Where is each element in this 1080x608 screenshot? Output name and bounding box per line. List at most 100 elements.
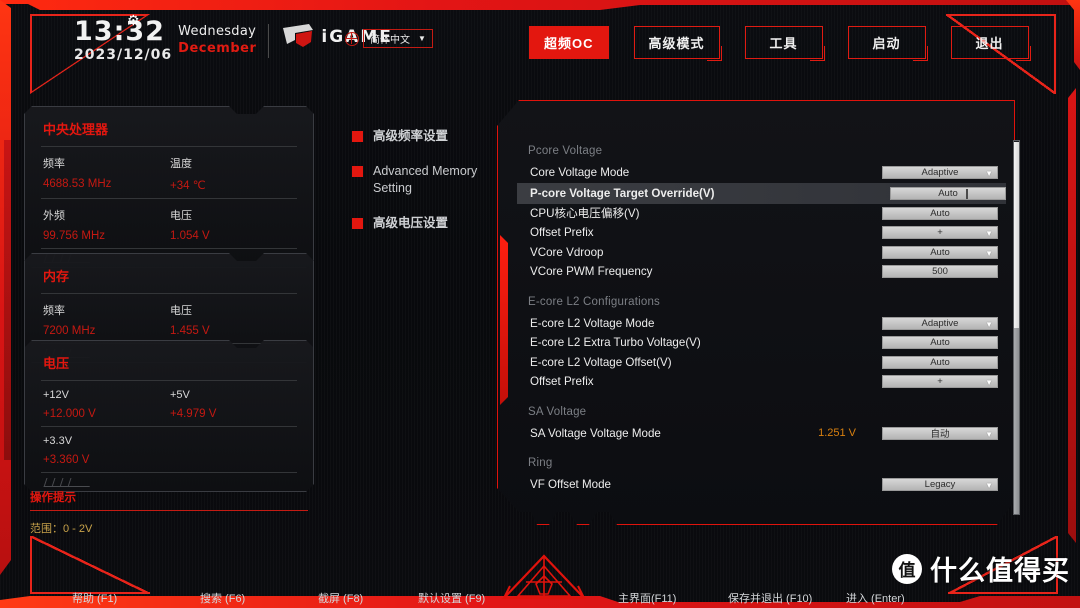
info-cell: 电压 1.455 V [170, 302, 297, 337]
setting-value: Legacy [924, 479, 956, 491]
setting-row[interactable]: E-core L2 Voltage Offset(V) Auto [528, 353, 998, 373]
setting-dropdown[interactable]: + ▼ [882, 375, 998, 389]
section-menu-label: 高级电压设置 [373, 215, 449, 230]
setting-label: SA Voltage Voltage Mode [530, 426, 661, 440]
setting-value: + [937, 376, 943, 388]
top-navigation: 超频OC 高级模式 工具 启动 退出 [529, 26, 1031, 61]
section-menu-label: Advanced Memory Setting [373, 163, 478, 195]
setting-dropdown[interactable]: + ▼ [882, 226, 998, 240]
setting-value: Auto [930, 337, 950, 349]
function-key-5[interactable]: 保存并退出 (F10) [728, 590, 812, 606]
info-value: +12.000 V [43, 408, 96, 420]
function-key-4[interactable]: 主界面(F11) [618, 590, 676, 606]
setting-row[interactable]: VF Offset Mode Legacy ▼ [528, 475, 998, 495]
info-row: 频率 7200 MHz 电压 1.455 V [25, 294, 313, 343]
setting-label: Offset Prefix [530, 375, 594, 389]
info-cell: 温度 +34 ℃ [170, 155, 297, 192]
nav-button-1[interactable]: 高级模式 [633, 26, 722, 61]
settings-list: Pcore Voltage Core Voltage Mode Adaptive ▼ P… [517, 145, 1006, 495]
function-key-3[interactable]: 默认设置 (F9) [418, 590, 485, 606]
section-menu-item-1[interactable]: Advanced Memory Setting [352, 163, 492, 197]
setting-label: E-core L2 Voltage Offset(V) [530, 355, 672, 369]
info-key: +12V [43, 389, 69, 401]
setting-row[interactable]: P-core Voltage Target Override(V) Auto [517, 182, 1006, 204]
info-value: +3.360 V [43, 454, 90, 466]
setting-input[interactable]: Auto [890, 186, 1006, 200]
nav-button-3[interactable]: 启动 [847, 26, 928, 61]
star-emblem-icon [501, 554, 587, 600]
info-row: 频率 4688.53 MHz 温度 +34 ℃ [25, 147, 313, 198]
setting-row[interactable]: Core Voltage Mode Adaptive ▼ [528, 163, 998, 183]
info-value: +34 ℃ [170, 180, 206, 192]
setting-row[interactable]: SA Voltage Voltage Mode 1.251 V 自动 ▼ [528, 424, 998, 444]
setting-dropdown[interactable]: Adaptive ▼ [882, 316, 998, 330]
hint-title: 操作提示 [30, 492, 76, 504]
footer-bar: 帮助 (F1) 搜索 (F6) 截屏 (F8) 默认设置 (F9) 主界面(F11) 保存… [0, 553, 1080, 608]
setting-input[interactable]: 500 [882, 265, 998, 279]
setting-row[interactable]: Offset Prefix + ▼ [528, 223, 998, 243]
info-value: 7200 MHz [43, 325, 96, 337]
bullet-square-icon [352, 131, 363, 142]
setting-row[interactable]: E-core L2 Voltage Mode Adaptive ▼ [528, 314, 998, 334]
nav-button-0[interactable]: 超频OC [529, 26, 609, 59]
setting-reading: 1.251 V [818, 427, 856, 440]
setting-value: Adaptive [921, 317, 959, 329]
info-key: +5V [170, 389, 190, 401]
setting-value: Auto [938, 187, 958, 199]
header-divider [268, 24, 270, 58]
section-menu-item-0[interactable]: 高级频率设置 [352, 128, 492, 145]
igame-logo-icon [283, 24, 314, 47]
scrollbar-lower-section[interactable] [1014, 328, 1019, 514]
function-key-0[interactable]: 帮助 (F1) [72, 590, 117, 606]
setting-input[interactable]: Auto [882, 206, 998, 220]
setting-row[interactable]: VCore PWM Frequency 500 [528, 262, 998, 282]
clock-block: 13:32 2023/12/06 ⚙ [74, 13, 172, 62]
section-menu-item-2[interactable]: 高级电压设置 [352, 215, 492, 232]
scrollbar-thumb[interactable] [1014, 142, 1019, 328]
setting-label: CPU核心电压偏移(V) [530, 207, 640, 221]
nav-button-4[interactable]: 退出 [950, 26, 1031, 61]
setting-value: 500 [932, 266, 948, 278]
nav-button-2[interactable]: 工具 [744, 26, 825, 61]
language-dropdown[interactable]: 简体中文 ▼ [363, 29, 433, 48]
clock-time: 13:32 [74, 16, 165, 47]
info-cell: 外频 99.756 MHz [43, 207, 170, 242]
setting-dropdown[interactable]: Legacy ▼ [882, 478, 998, 492]
chevron-down-icon: ▼ [985, 378, 993, 388]
setting-row[interactable]: VCore Vdroop Auto ▼ [528, 243, 998, 263]
settings-section-title: Ring [528, 457, 553, 469]
chevron-down-icon: ▼ [985, 429, 993, 439]
watermark: 值 什么值得买 [892, 549, 1070, 588]
setting-input[interactable]: Auto [882, 355, 998, 369]
section-menu: 高级频率设置 Advanced Memory Setting 高级电压设置 [352, 128, 492, 250]
weekday-label: Wednesday [178, 24, 257, 39]
setting-label: VCore Vdroop [530, 245, 604, 259]
setting-row[interactable]: E-core L2 Extra Turbo Voltage(V) Auto [528, 333, 998, 353]
chevron-down-icon: ▼ [418, 34, 426, 43]
info-cell: +3.3V +3.360 V [43, 435, 170, 466]
info-card-title: 内存 [43, 269, 70, 284]
setting-row[interactable]: Offset Prefix + ▼ [528, 372, 998, 392]
function-key-6[interactable]: 进入 (Enter) [846, 590, 905, 606]
language-selector[interactable]: 简体中文 ▼ [345, 29, 433, 48]
setting-value: Auto [930, 246, 950, 258]
section-menu-label: 高级频率设置 [373, 129, 449, 143]
function-key-2[interactable]: 截屏 (F8) [318, 590, 363, 606]
setting-row[interactable]: CPU核心电压偏移(V) Auto [528, 204, 998, 224]
chevron-down-icon: ▼ [985, 319, 993, 329]
setting-dropdown[interactable]: 自动 ▼ [882, 426, 998, 440]
header-bar: 13:32 2023/12/06 ⚙ Wednesday December iG… [0, 0, 1080, 78]
info-row: 外频 99.756 MHz 电压 1.054 V [25, 199, 313, 248]
setting-label: Core Voltage Mode [530, 166, 630, 180]
setting-label: Offset Prefix [530, 226, 594, 240]
info-value: +4.979 V [170, 408, 217, 420]
setting-label: VF Offset Mode [530, 478, 611, 492]
info-cell: 电压 1.054 V [170, 207, 297, 242]
info-card-2: 电压 +12V +12.000 V +5V +4.979 V +3.3V +3.360 V [24, 340, 314, 492]
chevron-down-icon: ▼ [985, 481, 993, 491]
setting-label: VCore PWM Frequency [530, 265, 653, 279]
function-key-1[interactable]: 搜索 (F6) [200, 590, 245, 606]
setting-dropdown[interactable]: Adaptive ▼ [882, 166, 998, 180]
setting-dropdown[interactable]: Auto ▼ [882, 245, 998, 259]
setting-input[interactable]: Auto [882, 336, 998, 350]
